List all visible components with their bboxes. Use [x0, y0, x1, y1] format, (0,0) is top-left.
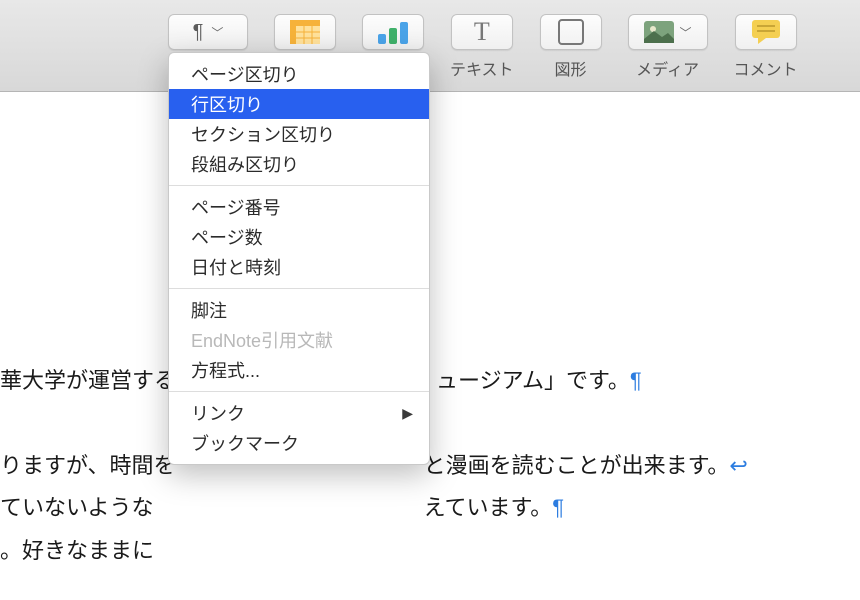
menu-page-count[interactable]: ページ数 — [169, 222, 429, 252]
comment-button[interactable] — [735, 14, 797, 50]
menu-link-label: リンク — [191, 400, 245, 426]
menu-page-number[interactable]: ページ番号 — [169, 192, 429, 222]
submenu-arrow-icon: ▶ — [402, 405, 413, 422]
comment-group: コメント — [734, 14, 798, 80]
menu-footnote[interactable]: 脚注 — [169, 295, 429, 325]
pilcrow-mark: ¶ — [630, 368, 642, 393]
media-group: ﹀ メディア — [628, 14, 708, 80]
shape-icon — [558, 19, 584, 45]
menu-endnote-citation: EndNote引用文献 — [169, 325, 429, 355]
menu-page-break[interactable]: ページ区切り — [169, 59, 429, 89]
text-line: 。好きなままに — [0, 532, 860, 571]
text-line: りますが、時間を と漫画を読むことが出来ます。↩ — [0, 447, 860, 486]
chevron-down-icon: ﹀ — [211, 24, 223, 41]
toolbar: ¶ ﹀ — [0, 0, 860, 92]
text-group: T テキスト — [450, 14, 514, 80]
text-button[interactable]: T — [451, 14, 513, 50]
text-line: ていないような えています。¶ — [0, 489, 860, 528]
text-fragment: えています。 — [424, 495, 553, 520]
menu-column-break[interactable]: 段組み区切り — [169, 149, 429, 179]
insert-dropdown: ページ区切り 行区切り セクション区切り 段組み区切り ページ番号 ページ数 日… — [168, 52, 430, 465]
table-icon — [290, 20, 320, 44]
menu-section-break[interactable]: セクション区切り — [169, 119, 429, 149]
chevron-down-icon: ﹀ — [680, 24, 692, 41]
shape-label: 図形 — [555, 56, 587, 80]
comment-icon — [752, 20, 780, 44]
menu-separator — [169, 288, 429, 289]
paragraph-menu-group: ¶ ﹀ — [168, 14, 248, 50]
menu-separator — [169, 391, 429, 392]
pilcrow-mark: ¶ — [552, 495, 564, 520]
chart-icon — [376, 20, 410, 44]
pilcrow-icon: ¶ — [193, 21, 204, 44]
table-button[interactable] — [274, 14, 336, 50]
menu-bookmark[interactable]: ブックマーク — [169, 428, 429, 458]
table-group — [274, 14, 336, 56]
menu-line-break[interactable]: 行区切り — [169, 89, 429, 119]
paragraph-menu-button[interactable]: ¶ ﹀ — [168, 14, 248, 50]
menu-separator — [169, 185, 429, 186]
text-line: 華大学が運営する ュージアム」です。¶ — [0, 362, 860, 401]
text-label: テキスト — [450, 56, 514, 80]
media-label: メディア — [636, 56, 699, 80]
comment-label: コメント — [734, 56, 798, 80]
text-fragment: 。好きなままに — [0, 538, 154, 563]
menu-equation[interactable]: 方程式... — [169, 355, 429, 385]
chart-button[interactable] — [362, 14, 424, 50]
media-button[interactable]: ﹀ — [628, 14, 708, 50]
line-break-mark: ↩ — [729, 453, 747, 478]
text-fragment: 華大学が運営する — [0, 368, 176, 393]
media-icon — [644, 21, 674, 43]
text-fragment: ュージアム」です。 — [436, 368, 630, 393]
shape-button[interactable] — [540, 14, 602, 50]
text-icon: T — [474, 17, 490, 47]
menu-link[interactable]: リンク ▶ — [169, 398, 429, 428]
menu-date-time[interactable]: 日付と時刻 — [169, 252, 429, 282]
shape-group: 図形 — [540, 14, 602, 80]
document-body[interactable]: 華大学が運営するュージアム」です。¶ りますが、時間をと漫画を読むことが出来ます… — [0, 92, 860, 570]
text-fragment: ていないような — [0, 495, 154, 520]
text-fragment: りますが、時間を — [0, 453, 176, 478]
text-fragment: と漫画を読むことが出来ます。 — [424, 453, 730, 478]
